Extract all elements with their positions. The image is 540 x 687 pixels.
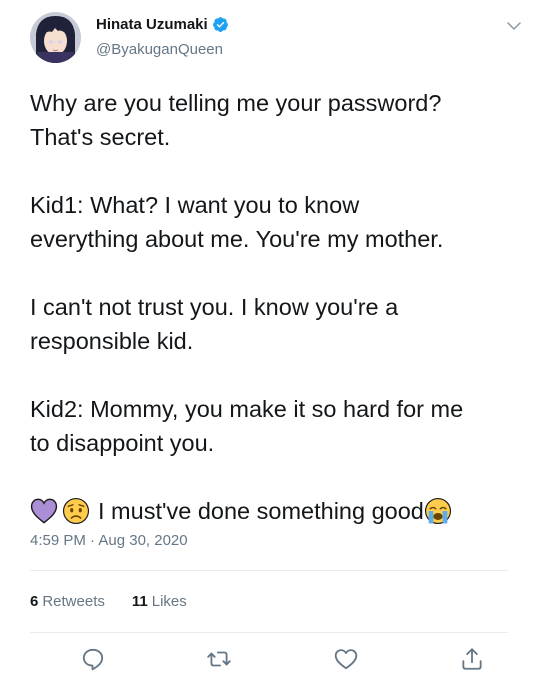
retweets-count: 6 xyxy=(30,593,39,610)
tweet-last-line: I must've done something good xyxy=(30,494,538,528)
chevron-down-icon[interactable] xyxy=(505,17,523,35)
retweet-button[interactable] xyxy=(206,646,232,672)
divider xyxy=(30,570,508,571)
avatar[interactable] xyxy=(30,12,81,63)
display-name[interactable]: Hinata Uzumaki xyxy=(96,16,208,33)
tweet-paragraph: Why are you telling me your password? Th… xyxy=(30,90,442,150)
tweet-text: Why are you telling me your password? Th… xyxy=(30,86,538,528)
tweet-timestamp[interactable]: 4:59 PM · Aug 30, 2020 xyxy=(30,532,188,549)
reply-button[interactable] xyxy=(80,646,106,672)
author-handle[interactable]: @ByakuganQueen xyxy=(96,41,223,58)
reply-icon xyxy=(82,648,104,671)
share-icon xyxy=(462,648,482,670)
avatar-image xyxy=(30,12,81,63)
tweet-paragraph: Kid2: Mommy, you make it so hard for me … xyxy=(30,396,464,456)
retweets-label: Retweets xyxy=(42,593,105,610)
tweet-last-line-text: I must've done something good xyxy=(98,498,424,524)
loudly-crying-face-icon xyxy=(424,497,451,525)
retweets-stat[interactable]: 6 Retweets xyxy=(30,593,105,610)
tweet-paragraph: I can't not trust you. I know you're a r… xyxy=(30,294,399,354)
like-icon xyxy=(334,649,358,670)
retweet-icon xyxy=(207,651,231,667)
divider xyxy=(30,632,508,633)
tweet-actions xyxy=(0,646,540,676)
tweet-card: Hinata Uzumaki @ByakuganQueen Why are yo… xyxy=(0,0,540,687)
likes-count: 11 xyxy=(131,593,148,610)
tweet-stats: 6 Retweets 11 Likes xyxy=(30,593,187,610)
share-button[interactable] xyxy=(459,646,485,672)
purple-heart-icon xyxy=(30,498,58,524)
verified-badge-icon xyxy=(212,17,228,32)
like-button[interactable] xyxy=(333,646,359,672)
likes-label: Likes xyxy=(151,593,187,610)
likes-stat[interactable]: 11 Likes xyxy=(132,593,187,610)
tweet-paragraph: Kid1: What? I want you to know everythin… xyxy=(30,192,444,252)
author-name-row[interactable]: Hinata Uzumaki xyxy=(96,16,229,33)
worried-face-icon xyxy=(62,497,90,525)
